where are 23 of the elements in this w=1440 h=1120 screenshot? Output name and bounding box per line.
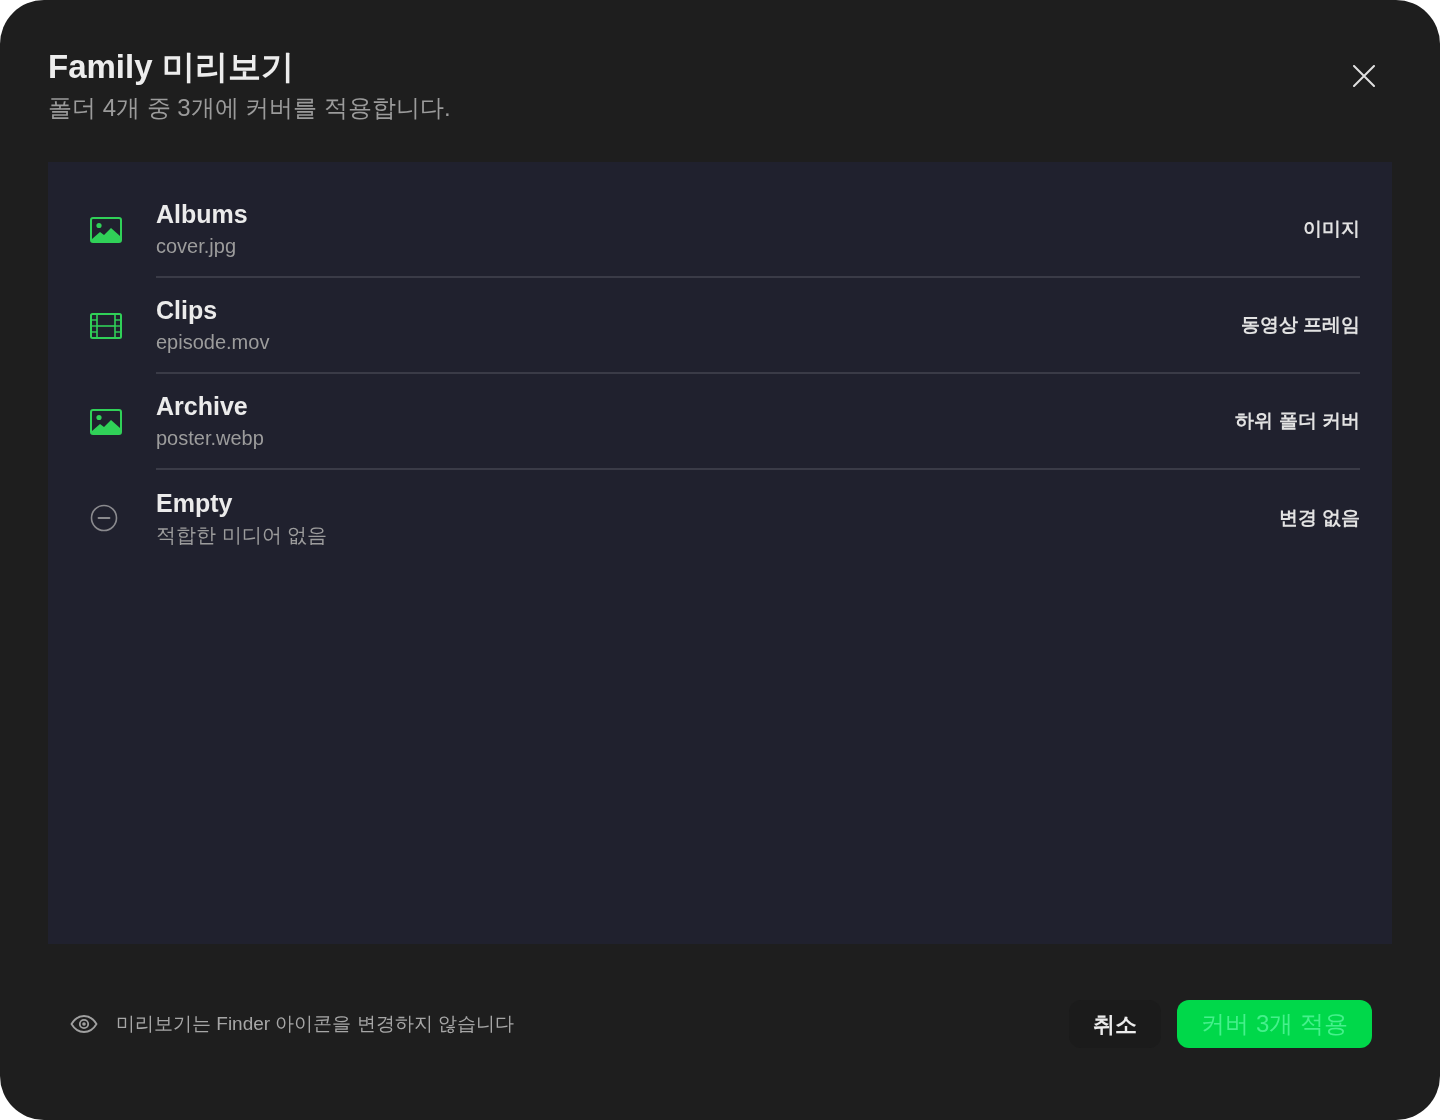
folder-name: Archive bbox=[156, 391, 249, 422]
dialog-subtitle: 폴더 4개 중 3개에 커버를 적용합니다. bbox=[48, 93, 451, 123]
film-icon bbox=[90, 313, 122, 339]
close-button[interactable] bbox=[1352, 64, 1376, 88]
cover-type-label: 변경 없음 bbox=[1278, 506, 1360, 530]
cover-type-label: 하위 폴더 커버 bbox=[1235, 409, 1360, 433]
folder-name: Clips bbox=[156, 295, 219, 326]
footer-note: 미리보기는 Finder 아이콘을 변경하지 않습니다 bbox=[116, 1012, 514, 1036]
close-icon bbox=[1353, 65, 1375, 87]
image-icon bbox=[90, 409, 122, 435]
folder-source: episode.mov bbox=[156, 330, 270, 355]
cover-type-label: 동영상 프레임 bbox=[1240, 313, 1360, 337]
eye-icon bbox=[70, 1015, 98, 1033]
dialog-title: Family 미리보기 bbox=[48, 47, 295, 87]
folder-name: Albums bbox=[156, 199, 248, 230]
folder-name: Empty bbox=[156, 488, 234, 519]
image-icon bbox=[90, 217, 122, 243]
folder-source: cover.jpg bbox=[156, 234, 238, 259]
folder-source: 적합한 미디어 없음 bbox=[156, 523, 328, 548]
folder-source: poster.webp bbox=[156, 426, 264, 451]
cover-type-label: 이미지 bbox=[1303, 217, 1360, 241]
cancel-button[interactable]: 취소 bbox=[1069, 1000, 1162, 1048]
minus-circle-icon bbox=[90, 504, 118, 532]
